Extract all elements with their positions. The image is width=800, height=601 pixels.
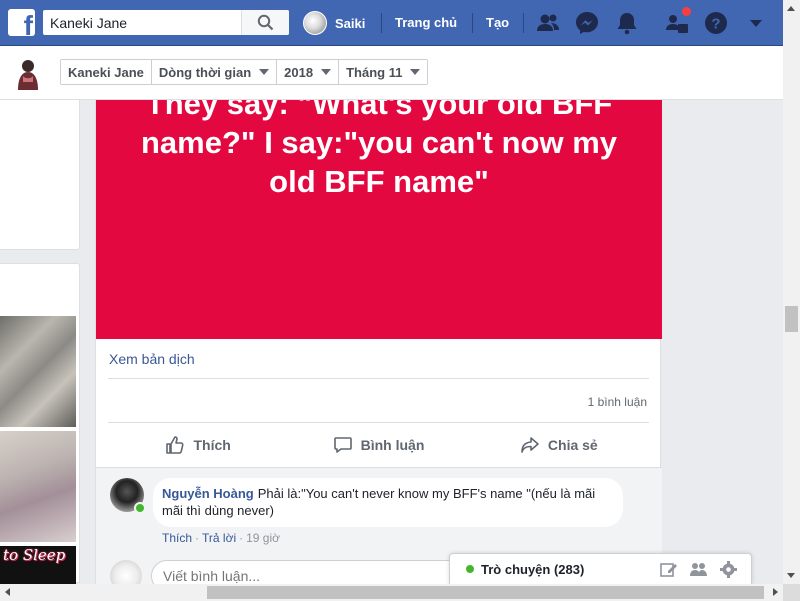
comment-meta: Thích · Trả lời · 19 giờ	[162, 531, 280, 545]
profile-thumbnail-avatar[interactable]	[14, 56, 42, 90]
notification-badge	[681, 6, 692, 17]
search-box	[43, 10, 289, 35]
comment-author[interactable]: Nguyễn Hoàng	[162, 486, 254, 501]
breadcrumb-month-dropdown[interactable]: Tháng 11	[338, 60, 428, 84]
avatar	[303, 11, 327, 35]
post-background-banner: They say: "What's your old BFF name?" I …	[96, 100, 662, 339]
photo-thumbnail[interactable]	[0, 431, 76, 542]
vertical-scrollbar[interactable]	[783, 0, 800, 584]
photo-thumbnail[interactable]: to Sleep	[0, 546, 76, 586]
scrollbar-thumb[interactable]	[207, 586, 764, 599]
breadcrumb-profile[interactable]: Kaneki Jane	[61, 60, 151, 84]
scroll-right-icon[interactable]	[773, 588, 778, 596]
comment-count[interactable]: 1 bình luận	[588, 395, 647, 409]
chevron-down-icon	[410, 69, 421, 75]
divider	[523, 13, 524, 33]
help-icon[interactable]: ?	[703, 10, 729, 36]
chevron-down-icon	[321, 69, 332, 75]
comment-reply-link[interactable]: Trả lời	[202, 531, 236, 545]
top-navigation-bar: f Saiki Trang chủ Tạo ?	[0, 0, 783, 46]
facebook-logo-icon[interactable]: f	[8, 9, 35, 36]
create-link[interactable]: Tạo	[486, 15, 509, 30]
notifications-icon[interactable]	[614, 10, 640, 36]
scrollbar-thumb[interactable]	[785, 306, 798, 332]
photo-thumbnail[interactable]	[0, 316, 76, 427]
divider	[381, 13, 382, 33]
photo-caption: to Sleep	[3, 546, 66, 564]
comment-bubble: Nguyễn Hoàng Phải là:"You can't never kno…	[153, 478, 623, 527]
create-group-icon[interactable]	[689, 560, 708, 579]
scroll-up-icon[interactable]	[787, 6, 795, 11]
divider	[108, 378, 649, 379]
svg-text:?: ?	[711, 16, 720, 33]
comment-bubble-icon	[333, 437, 352, 453]
account-menu-icon[interactable]	[743, 10, 769, 36]
search-icon	[257, 14, 274, 31]
divider	[472, 13, 473, 33]
messenger-icon[interactable]	[574, 10, 600, 36]
search-button[interactable]	[241, 10, 289, 35]
home-link[interactable]: Trang chủ	[395, 15, 457, 30]
chat-sidebar-tab[interactable]: Trò chuyện (283)	[449, 553, 752, 584]
post-actions: Thích Bình luận Chia sẻ	[108, 423, 649, 467]
chat-settings-gear-icon[interactable]	[719, 560, 738, 579]
profile-link[interactable]: Saiki	[303, 11, 365, 35]
comment-button[interactable]: Bình luận	[288, 423, 468, 467]
see-translation-link[interactable]: Xem bản dịch	[109, 351, 195, 367]
scroll-down-icon[interactable]	[787, 573, 795, 578]
left-info-card	[0, 100, 80, 250]
timeline-post: They say: "What's your old BFF name?" I …	[95, 100, 662, 592]
timeline-breadcrumb: Kaneki Jane Dòng thời gian 2018 Tháng 11	[60, 59, 429, 85]
search-input[interactable]	[43, 10, 243, 35]
online-status-icon	[134, 502, 146, 514]
new-message-icon[interactable]	[659, 560, 678, 579]
share-arrow-icon	[521, 437, 539, 453]
profile-name: Saiki	[335, 15, 366, 31]
friend-requests-icon[interactable]	[535, 10, 561, 36]
chat-label: Trò chuyện (283)	[481, 562, 585, 577]
scrollbar-corner	[783, 584, 800, 601]
online-status-icon	[466, 565, 474, 573]
comment-timestamp[interactable]: 19 giờ	[246, 531, 280, 545]
breadcrumb-year-dropdown[interactable]: 2018	[276, 60, 339, 84]
horizontal-scrollbar[interactable]	[0, 584, 783, 601]
post-text: They say: "What's your old BFF name?" I …	[140, 100, 618, 199]
like-button[interactable]: Thích	[108, 423, 288, 467]
scroll-left-icon[interactable]	[5, 588, 10, 596]
timeline-header-bar: Kaneki Jane Dòng thời gian 2018 Tháng 11	[0, 46, 783, 100]
breadcrumb-timeline-dropdown[interactable]: Dòng thời gian	[150, 60, 277, 84]
chevron-down-icon	[259, 69, 270, 75]
share-button[interactable]: Chia sẻ	[469, 423, 649, 467]
thumbs-up-icon	[166, 436, 185, 454]
comment-like-link[interactable]: Thích	[162, 531, 192, 545]
